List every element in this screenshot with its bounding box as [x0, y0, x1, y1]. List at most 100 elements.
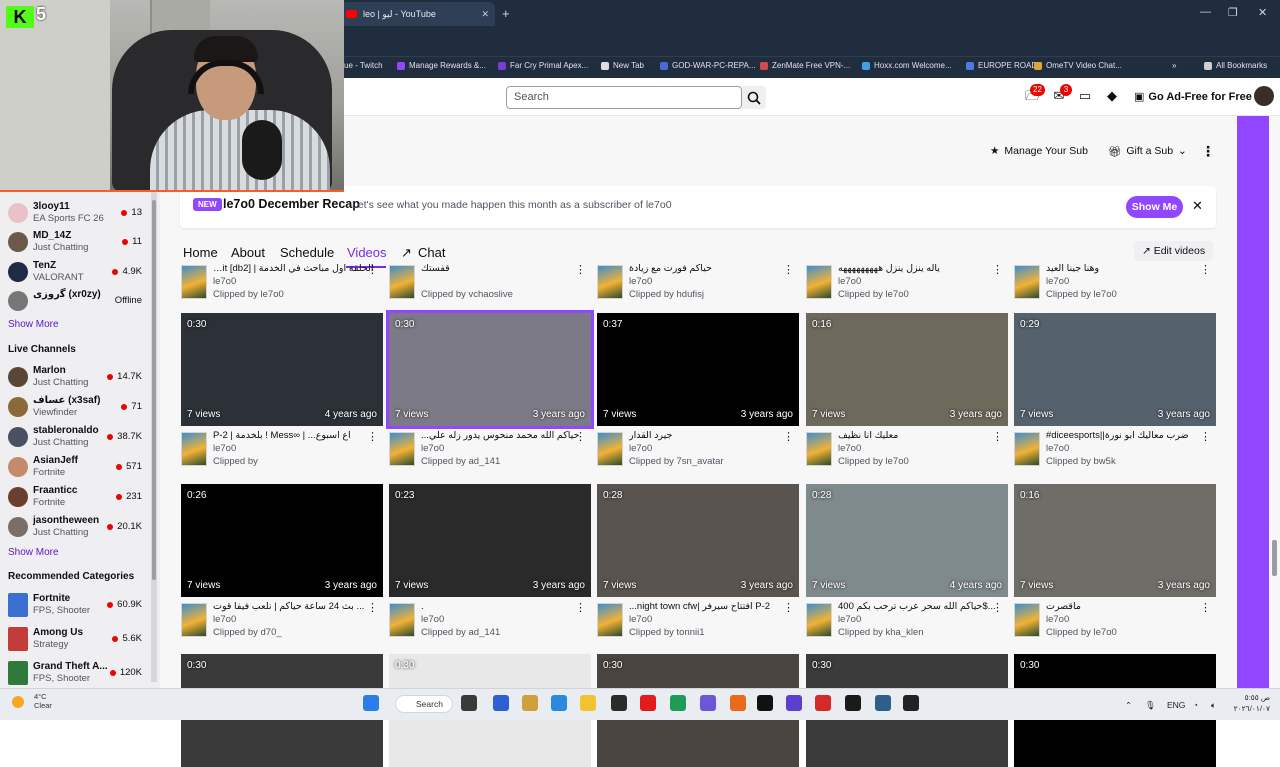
- taskbar-search[interactable]: Search: [395, 695, 453, 713]
- chrome-icon[interactable]: [670, 695, 686, 711]
- clip-channel[interactable]: le7o0: [838, 276, 861, 287]
- app-icon[interactable]: [845, 695, 861, 711]
- clip-clipped-by[interactable]: Clipped by le7o0: [213, 289, 284, 300]
- clip-clipped-by[interactable]: Clipped by hdufisj: [629, 289, 704, 300]
- tab-about[interactable]: About: [231, 245, 265, 260]
- bookmark-item[interactable]: New Tab: [601, 61, 644, 70]
- copilot-icon[interactable]: [522, 695, 538, 711]
- clip-channel[interactable]: le7o0: [421, 443, 444, 454]
- clip-thumbnail[interactable]: 0:28 7 views 3 years ago: [597, 484, 799, 597]
- minimize-icon[interactable]: —: [1200, 6, 1211, 18]
- clip-thumbnail[interactable]: 0:26 7 views 3 years ago: [181, 484, 383, 597]
- search-input[interactable]: Search: [506, 86, 742, 109]
- clip-menu-icon[interactable]: ⋮: [783, 263, 794, 276]
- clip-title[interactable]: ...night town cfw| افتتاح سيرفر P-2: [629, 601, 789, 612]
- game-box-art-icon[interactable]: [806, 603, 832, 637]
- go-ad-free-button[interactable]: ▣ Go Ad-Free for Free: [1134, 90, 1252, 104]
- clip-title[interactable]: بث 24 ساعة حياكم | نلعب فيفا قوت ...: [213, 601, 373, 612]
- bookmark-item[interactable]: ue - Twitch: [344, 61, 383, 70]
- clip-menu-icon[interactable]: ⋮: [367, 430, 378, 443]
- clip-thumbnail[interactable]: 0:16 7 views 3 years ago: [1014, 484, 1216, 597]
- clip-title[interactable]: ماقصرت: [1046, 601, 1206, 612]
- all-bookmarks[interactable]: All Bookmarks: [1204, 61, 1267, 70]
- wifi-icon[interactable]: ◔: [1193, 700, 1198, 710]
- new-tab-button[interactable]: +: [502, 6, 510, 21]
- clip-menu-icon[interactable]: ⋮: [783, 601, 794, 614]
- epic-games-icon[interactable]: [903, 695, 919, 711]
- clip-title[interactable]: P-2 | بلخدمة ! Mess∞ | ...اع اسبوع: [213, 430, 373, 441]
- clip-channel[interactable]: le7o0: [838, 443, 861, 454]
- teams-icon[interactable]: [786, 695, 802, 711]
- clip-channel[interactable]: le7o0: [1046, 276, 1069, 287]
- game-box-art-icon[interactable]: [1014, 265, 1040, 299]
- clip-clipped-by[interactable]: Clipped by: [213, 456, 258, 467]
- game-box-art-icon[interactable]: [181, 265, 207, 299]
- clip-clipped-by[interactable]: Clipped by vchaoslive: [421, 289, 513, 300]
- game-box-art-icon[interactable]: [389, 265, 415, 299]
- clip-menu-icon[interactable]: ⋮: [575, 263, 586, 276]
- bookmark-item[interactable]: GOD-WAR-PC-REPA...: [660, 61, 756, 70]
- opera-icon[interactable]: [640, 695, 656, 711]
- sidebar-scrollbar-thumb[interactable]: [152, 200, 156, 580]
- whispers-icon[interactable]: ▭: [1078, 89, 1092, 103]
- clip-clipped-by[interactable]: Clipped by ad_141: [421, 627, 500, 638]
- tab-videos[interactable]: Videos: [347, 245, 387, 260]
- language-indicator[interactable]: ENG: [1167, 700, 1185, 710]
- clip-menu-icon[interactable]: ⋮: [367, 263, 378, 276]
- sidebar-channel[interactable]: Fortnite FPS, Shooter 60.9K: [8, 592, 148, 618]
- clip-menu-icon[interactable]: ⋮: [1200, 430, 1211, 443]
- task-view-icon[interactable]: [461, 695, 477, 711]
- sidebar-channel[interactable]: Marlon Just Chatting 14.7K: [8, 364, 148, 390]
- user-avatar[interactable]: [1254, 86, 1274, 106]
- clip-thumbnail[interactable]: 0:30 7 views 4 years ago: [181, 313, 383, 426]
- game-box-art-icon[interactable]: [806, 265, 832, 299]
- sidebar-channel[interactable]: TenZ VALORANT 4.9K: [8, 259, 148, 285]
- sidebar-channel[interactable]: MD_14Z Just Chatting 11: [8, 229, 148, 255]
- clip-title[interactable]: .: [421, 601, 581, 612]
- app-icon[interactable]: [815, 695, 831, 711]
- clip-clipped-by[interactable]: Clipped by 7sn_avatar: [629, 456, 724, 467]
- sidebar-channel[interactable]: Fraanticc Fortnite 231: [8, 484, 148, 510]
- game-box-art-icon[interactable]: [597, 603, 623, 637]
- clip-clipped-by[interactable]: Clipped by bw5k: [1046, 456, 1116, 467]
- obs-icon[interactable]: [611, 695, 627, 711]
- game-box-art-icon[interactable]: [389, 432, 415, 466]
- sidebar-channel[interactable]: ﮔروزى (xr0zy) Offline: [8, 288, 148, 314]
- edit-videos-button[interactable]: ↗ Edit videos: [1134, 241, 1214, 261]
- file-explorer-icon[interactable]: [580, 695, 596, 711]
- more-options-icon[interactable]: ⋮: [1201, 143, 1215, 160]
- game-box-art-icon[interactable]: [181, 432, 207, 466]
- game-box-art-icon[interactable]: [389, 603, 415, 637]
- tray-chevron-icon[interactable]: ⌃: [1125, 700, 1132, 711]
- clip-channel[interactable]: le7o0: [213, 443, 236, 454]
- tab-home[interactable]: Home: [183, 245, 218, 260]
- game-box-art-icon[interactable]: [1014, 432, 1040, 466]
- clip-channel[interactable]: le7o0: [213, 276, 236, 287]
- clip-menu-icon[interactable]: ⋮: [992, 263, 1003, 276]
- clip-channel[interactable]: le7o0: [629, 276, 652, 287]
- sidebar-channel[interactable]: jasontheween Just Chatting 20.1K: [8, 514, 148, 540]
- clip-menu-icon[interactable]: ⋮: [575, 430, 586, 443]
- weather-widget[interactable]: 4°C Clear: [34, 692, 52, 710]
- edge-icon[interactable]: [551, 695, 567, 711]
- clip-menu-icon[interactable]: ⋮: [367, 601, 378, 614]
- clip-menu-icon[interactable]: ⋮: [783, 430, 794, 443]
- close-window-icon[interactable]: ✕: [1258, 6, 1267, 19]
- bookmarks-overflow-icon[interactable]: »: [1172, 61, 1176, 70]
- game-box-art-icon[interactable]: [181, 603, 207, 637]
- show-more-live[interactable]: Show More: [8, 547, 59, 558]
- show-me-button[interactable]: Show Me: [1126, 196, 1183, 218]
- show-more-followed[interactable]: Show More: [8, 319, 59, 330]
- clip-menu-icon[interactable]: ⋮: [1200, 263, 1211, 276]
- bookmark-item[interactable]: Hoxx.com Welcome...: [862, 61, 952, 70]
- clip-channel[interactable]: le7o0: [838, 614, 861, 625]
- volume-icon[interactable]: 🔈︎: [1211, 700, 1216, 711]
- clip-menu-icon[interactable]: ⋮: [992, 601, 1003, 614]
- game-box-art-icon[interactable]: [597, 432, 623, 466]
- tab-chat[interactable]: Chat: [418, 245, 445, 260]
- game-box-art-icon[interactable]: [597, 265, 623, 299]
- clip-clipped-by[interactable]: Clipped by le7o0: [1046, 627, 1117, 638]
- clip-menu-icon[interactable]: ⋮: [992, 430, 1003, 443]
- bookmark-item[interactable]: ZenMate Free VPN-...: [760, 61, 850, 70]
- bookmark-item[interactable]: Manage Rewards &...: [397, 61, 486, 70]
